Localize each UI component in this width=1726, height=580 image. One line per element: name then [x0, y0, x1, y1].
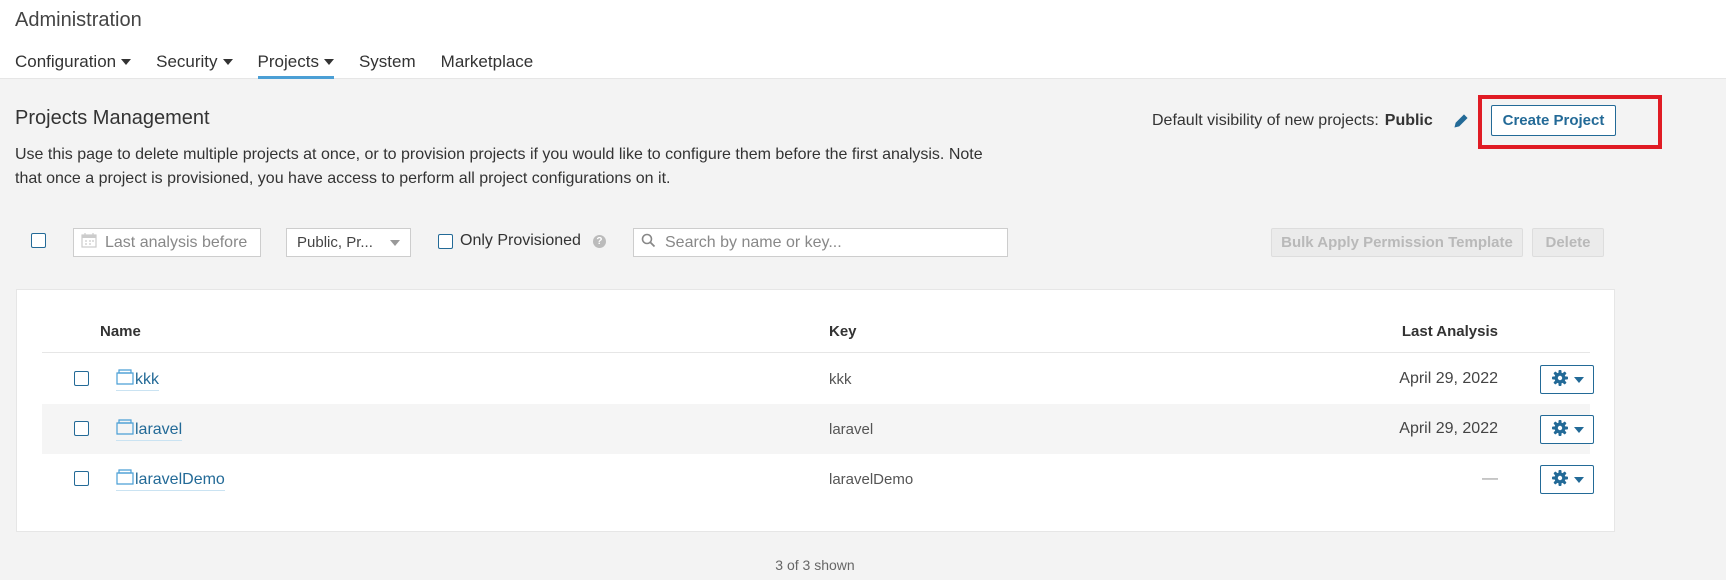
page-header-title: Administration [15, 9, 142, 31]
pencil-icon[interactable] [1453, 113, 1469, 129]
last-analysis-date-input[interactable]: Last analysis before [73, 228, 261, 257]
nav-configuration[interactable]: Configuration [15, 52, 132, 79]
nav-security-label: Security [156, 52, 218, 71]
caret-down-icon [1573, 376, 1584, 383]
search-icon [641, 233, 656, 253]
only-provisioned-filter: Only Provisioned ? [438, 232, 606, 250]
column-header-key: Key [829, 323, 857, 340]
admin-nav: Configuration Security Projects System M… [15, 52, 533, 79]
calendar-icon [81, 232, 97, 253]
gear-icon [1551, 419, 1569, 440]
project-actions-button[interactable] [1540, 415, 1594, 444]
project-icon [116, 419, 134, 440]
shown-count: 3 of 3 shown [775, 557, 855, 573]
project-actions-button[interactable] [1540, 365, 1594, 394]
nav-security[interactable]: Security [156, 52, 233, 79]
header-divider [42, 352, 1590, 353]
caret-down-icon [121, 59, 132, 65]
project-link[interactable]: laravel [116, 419, 183, 441]
column-header-name: Name [100, 323, 141, 340]
nav-configuration-label: Configuration [15, 52, 117, 71]
table-row: laravel laravel April 29, 2022 [42, 404, 1594, 454]
caret-down-icon [1573, 426, 1584, 433]
row-checkbox[interactable] [74, 421, 89, 436]
bulk-apply-permission-button[interactable]: Bulk Apply Permission Template [1271, 228, 1523, 257]
create-project-button[interactable]: Create Project [1491, 105, 1616, 136]
gear-icon [1551, 469, 1569, 490]
caret-down-icon [323, 59, 334, 65]
top-bar: Administration Configuration Security Pr… [0, 0, 1726, 79]
search-placeholder: Search by name or key... [665, 233, 842, 251]
page-title: Projects Management [15, 107, 210, 129]
project-icon [116, 369, 134, 390]
visibility-label: Default visibility of new projects: [1152, 112, 1379, 129]
last-analysis-value: April 29, 2022 [1399, 370, 1498, 387]
caret-down-icon [1573, 476, 1584, 483]
search-input[interactable]: Search by name or key... [633, 228, 1008, 257]
project-icon [116, 469, 134, 490]
page-description: Use this page to delete multiple project… [15, 146, 983, 187]
gear-icon [1551, 369, 1569, 390]
row-checkbox[interactable] [74, 471, 89, 486]
help-icon[interactable]: ? [592, 234, 606, 248]
project-name: kkk [135, 370, 159, 388]
date-placeholder: Last analysis before [105, 233, 248, 251]
project-link[interactable]: kkk [116, 369, 159, 391]
only-provisioned-checkbox[interactable] [438, 233, 453, 249]
select-all-checkbox[interactable] [31, 233, 46, 248]
caret-down-icon [390, 239, 400, 246]
nav-marketplace[interactable]: Marketplace [441, 52, 534, 79]
project-actions-button[interactable] [1540, 465, 1594, 494]
table-row: kkk kkk April 29, 2022 [42, 354, 1594, 404]
last-analysis-value: — [1482, 470, 1498, 487]
visibility-select-value: Public, Pr... [297, 234, 373, 251]
nav-projects-label: Projects [257, 52, 319, 71]
table-row: laravelDemo laravelDemo — [42, 454, 1594, 504]
project-name: laravel [135, 420, 183, 438]
project-name: laravelDemo [135, 470, 225, 488]
delete-button[interactable]: Delete [1532, 228, 1604, 257]
project-key: laravel [829, 421, 874, 438]
projects-table: Name Key Last Analysis kkk kkk April 29,… [16, 289, 1615, 532]
row-checkbox[interactable] [74, 371, 89, 386]
visibility-value: Public [1384, 112, 1433, 129]
project-key: laravelDemo [829, 471, 914, 488]
nav-marketplace-label: Marketplace [440, 52, 534, 71]
nav-system[interactable]: System [359, 52, 416, 79]
column-header-last-analysis: Last Analysis [1401, 323, 1498, 340]
only-provisioned-label[interactable]: Only Provisioned [460, 232, 581, 250]
nav-system-label: System [358, 52, 416, 71]
project-key: kkk [829, 371, 852, 388]
last-analysis-value: April 29, 2022 [1399, 420, 1498, 437]
caret-down-icon [222, 59, 233, 65]
default-visibility: Default visibility of new projects: Publ… [1152, 112, 1469, 130]
visibility-select[interactable]: Public, Pr... [286, 228, 411, 257]
nav-projects[interactable]: Projects [257, 52, 334, 79]
project-link[interactable]: laravelDemo [116, 469, 225, 491]
